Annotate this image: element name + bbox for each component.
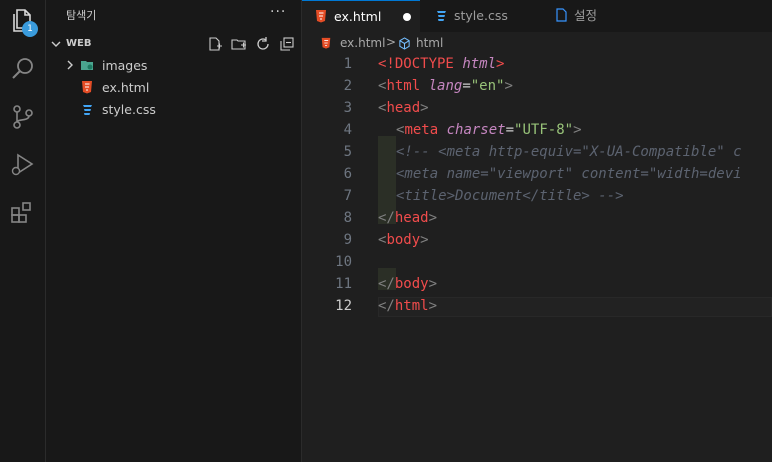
html-file-icon xyxy=(321,37,331,49)
explorer-badge: 1 xyxy=(22,21,38,37)
chevron-down-icon xyxy=(51,41,61,47)
code-line[interactable]: 6 <meta name="viewport" content="width=d… xyxy=(302,164,772,202)
code-line[interactable]: 8 </head> xyxy=(302,208,772,230)
chevron-right-icon xyxy=(67,60,73,70)
line-number: 2 xyxy=(343,78,352,94)
tree-item-images[interactable]: images xyxy=(46,55,302,77)
folder-images-icon xyxy=(81,61,93,70)
tab-label: style.css xyxy=(454,8,508,23)
tab-settings[interactable]: 설정 xyxy=(540,0,650,32)
explorer-sidebar: 탐색기 ··· WEB images ex.html style.css xyxy=(46,0,302,462)
code-line[interactable]: 9 <body> xyxy=(302,230,772,252)
html-file-icon xyxy=(82,81,92,94)
refresh-icon[interactable] xyxy=(255,36,271,52)
folder-name: WEB xyxy=(66,38,92,49)
code-editor[interactable]: 1 <!DOCTYPE html> 2 <html lang="en"> 3 <… xyxy=(302,54,772,462)
code-line[interactable]: 5 <!-- <meta http-equiv="X-UA-Compatible… xyxy=(302,142,772,180)
code-line[interactable]: 4 <meta charset="UTF-8"> xyxy=(302,120,772,158)
code-line[interactable]: 7 <title>Document</title> --> xyxy=(302,186,772,224)
line-number: 12 xyxy=(335,298,352,314)
settings-file-icon xyxy=(556,8,567,22)
line-number: 3 xyxy=(343,100,352,116)
search-icon[interactable] xyxy=(9,55,37,83)
line-number: 6 xyxy=(343,166,352,182)
code-line-current[interactable]: 12 </html> xyxy=(302,296,772,318)
line-number: 8 xyxy=(343,210,352,226)
element-symbol-icon xyxy=(399,37,410,50)
explorer-title: 탐색기 xyxy=(66,9,97,22)
new-folder-icon[interactable] xyxy=(231,36,247,52)
code-line[interactable]: 1 <!DOCTYPE html> xyxy=(302,54,772,76)
folder-header[interactable]: WEB xyxy=(46,34,302,54)
tab-label: ex.html xyxy=(334,9,382,24)
line-number: 7 xyxy=(343,188,352,204)
line-number: 4 xyxy=(343,122,352,138)
activity-bar: 1 xyxy=(0,0,46,462)
line-number: 9 xyxy=(343,232,352,248)
code-line[interactable]: 10 xyxy=(302,252,772,290)
collapse-all-icon[interactable] xyxy=(279,36,295,52)
code-line[interactable]: 2 <html lang="en"> xyxy=(302,76,772,98)
unsaved-dot-icon[interactable] xyxy=(403,13,411,21)
tree-item-label: images xyxy=(102,58,148,73)
code-line[interactable]: 11 </body> xyxy=(302,274,772,296)
tree-item-label: ex.html xyxy=(102,80,150,95)
extensions-icon[interactable] xyxy=(9,199,37,227)
css-file-icon xyxy=(83,105,92,115)
breadcrumb-separator: > xyxy=(386,35,397,49)
new-file-icon[interactable] xyxy=(207,36,223,52)
line-number: 1 xyxy=(343,56,352,72)
tab-style-css[interactable]: style.css xyxy=(420,0,540,32)
breadcrumb-symbol[interactable]: html xyxy=(416,36,443,50)
line-number: 5 xyxy=(343,144,352,160)
source-control-icon[interactable] xyxy=(9,103,37,131)
code-line[interactable]: 3 <head> xyxy=(302,98,772,120)
breadcrumb: ex.html > html xyxy=(302,32,772,54)
line-number: 11 xyxy=(335,276,352,292)
tab-ex-html[interactable]: ex.html xyxy=(302,0,420,32)
more-actions-button[interactable]: ··· xyxy=(270,4,286,20)
tab-label: 설정 xyxy=(574,8,598,23)
line-number: 10 xyxy=(335,254,352,270)
current-line-highlight xyxy=(378,297,772,317)
tree-item-style-css[interactable]: style.css xyxy=(46,99,302,121)
css-file-icon xyxy=(437,11,446,21)
run-debug-icon[interactable] xyxy=(9,151,37,179)
tree-item-ex-html[interactable]: ex.html xyxy=(46,77,302,99)
breadcrumb-file[interactable]: ex.html xyxy=(340,36,385,50)
html-file-icon xyxy=(316,10,326,23)
tree-item-label: style.css xyxy=(102,102,156,117)
editor-tabs: ex.html style.css 설정 xyxy=(302,0,772,32)
